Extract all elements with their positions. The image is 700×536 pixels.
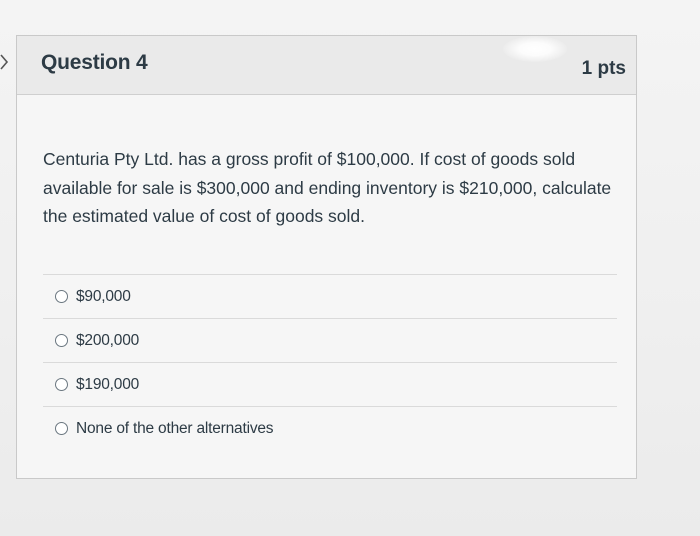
screen-glare <box>503 36 567 62</box>
answer-option[interactable]: $90,000 <box>43 274 617 318</box>
answer-list: $90,000 $200,000 $190,000 None of the ot… <box>43 274 617 450</box>
radio-unselected-icon[interactable] <box>55 378 68 391</box>
answer-label: $190,000 <box>76 375 140 393</box>
answer-label: $90,000 <box>76 287 131 305</box>
answer-label: $200,000 <box>76 331 140 349</box>
radio-unselected-icon[interactable] <box>55 290 68 303</box>
answer-option[interactable]: None of the other alternatives <box>43 406 617 450</box>
chevron-right-icon[interactable] <box>0 50 10 74</box>
question-text: Centuria Pty Ltd. has a gross profit of … <box>43 149 612 226</box>
radio-unselected-icon[interactable] <box>55 422 68 435</box>
question-card: Question 4 1 pts Centuria Pty Ltd. has a… <box>16 35 637 479</box>
answer-label: None of the other alternatives <box>76 419 274 437</box>
question-header: Question 4 1 pts <box>17 36 636 95</box>
answer-option[interactable]: $200,000 <box>43 318 617 362</box>
answer-option[interactable]: $190,000 <box>43 362 617 406</box>
question-points: 1 pts <box>581 58 626 79</box>
question-title: Question 4 <box>41 51 148 74</box>
radio-unselected-icon[interactable] <box>55 334 68 347</box>
